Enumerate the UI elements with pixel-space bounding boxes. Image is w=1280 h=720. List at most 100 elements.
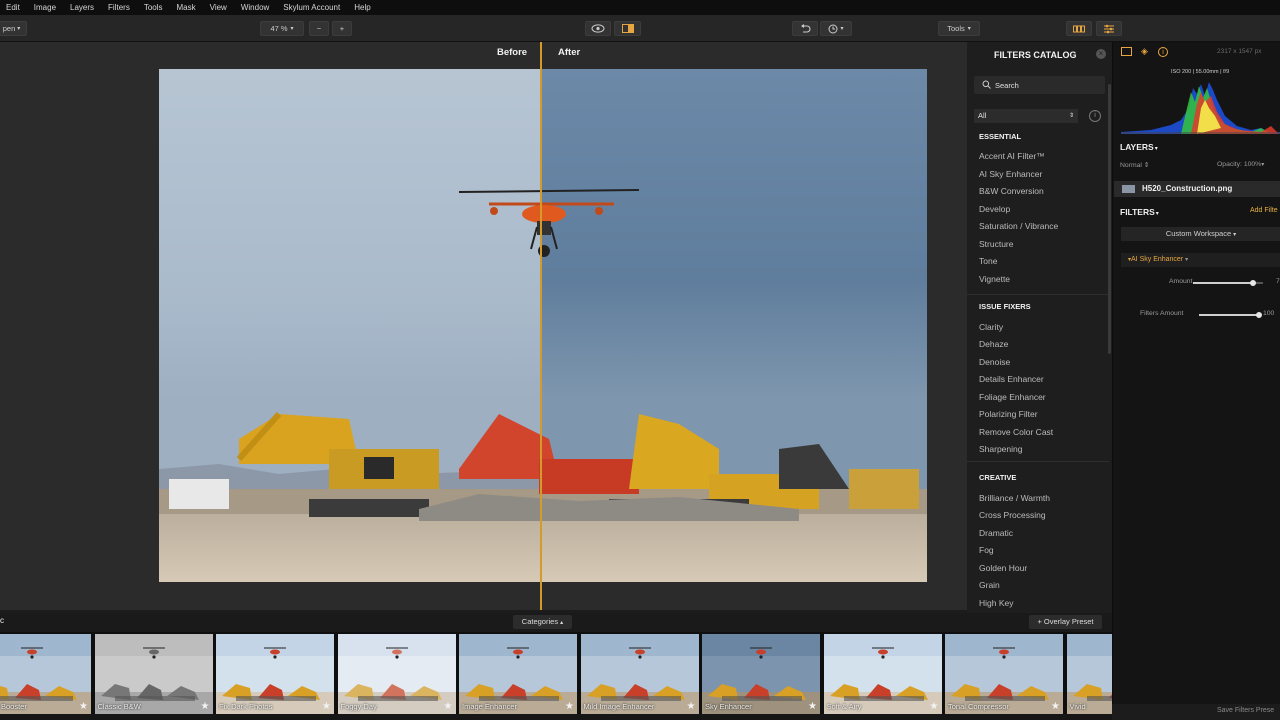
zoom-select[interactable]: 47 % ▾	[260, 21, 304, 36]
preset-thumb-sky-enhancer[interactable]: Sky Enhancer ★	[702, 634, 820, 714]
catalog-item-vignette[interactable]: Vignette	[979, 274, 1010, 284]
filmstrip-header: c Categories ▴ + Overlay Preset	[0, 613, 1112, 632]
chevron-down-icon: ▾	[290, 26, 294, 32]
overlay-preset-button[interactable]: + Overlay Preset	[1029, 615, 1102, 629]
menu-item-layers[interactable]: Layers	[70, 3, 94, 12]
chevron-updown-icon: ⇕	[1068, 113, 1074, 119]
image-dimensions: 2317 x 1547 px	[1217, 48, 1262, 55]
favorite-star-icon[interactable]: ★	[201, 701, 210, 712]
zoom-out-button[interactable]: −	[309, 21, 329, 36]
catalog-item-b-w-conversion[interactable]: B&W Conversion	[979, 186, 1044, 196]
tools-menu-button[interactable]: Tools ▾	[938, 21, 980, 36]
amount-slider-knob[interactable]	[1249, 280, 1256, 286]
menu-item-filters[interactable]: Filters	[108, 3, 130, 12]
filter-header-ai-sky-enhancer[interactable]: ▾AI Sky Enhancer ▾	[1121, 253, 1280, 267]
favorite-star-icon[interactable]: ★	[444, 701, 453, 712]
favorite-star-icon[interactable]: ★	[687, 701, 696, 712]
menu-item-tools[interactable]: Tools	[144, 3, 163, 12]
search-icon	[982, 80, 991, 89]
menu-item-help[interactable]: Help	[354, 3, 370, 12]
catalog-toggle-button[interactable]	[1066, 21, 1092, 36]
info-icon[interactable]: i	[1089, 110, 1101, 122]
catalog-item-details-enhancer[interactable]: Details Enhancer	[979, 374, 1044, 384]
add-filter-button[interactable]: Add Filte	[1250, 207, 1278, 214]
catalog-item-structure[interactable]: Structure	[979, 239, 1014, 249]
catalog-search-input[interactable]: Search	[974, 76, 1105, 94]
catalog-item-tone[interactable]: Tone	[979, 256, 997, 266]
favorite-star-icon[interactable]: ★	[930, 701, 939, 712]
catalog-item-dramatic[interactable]: Dramatic	[979, 528, 1013, 538]
preset-thumb-tonal-compressor[interactable]: Tonal Compressor ★	[945, 634, 1063, 714]
chevron-down-icon: ▾	[1154, 146, 1158, 152]
layer-row[interactable]: H520_Construction.png	[1114, 181, 1280, 197]
catalog-item-denoise[interactable]: Denoise	[979, 357, 1010, 367]
categories-button[interactable]: Categories ▴	[513, 615, 572, 629]
catalog-close-icon[interactable]: ×	[1096, 49, 1106, 59]
catalog-item-dehaze[interactable]: Dehaze	[979, 339, 1008, 349]
menu-item-image[interactable]: Image	[34, 3, 56, 12]
preview-eye-button[interactable]	[585, 21, 611, 36]
preset-thumb-mild-image-enhancer[interactable]: Mild Image Enhancer ★	[580, 634, 699, 714]
blend-mode-select[interactable]: Normal ⇕	[1120, 161, 1150, 169]
filters-title[interactable]: FILTERS▾	[1120, 207, 1159, 217]
info-icon[interactable]: i	[1158, 47, 1168, 57]
catalog-item-remove-color-cast[interactable]: Remove Color Cast	[979, 427, 1053, 437]
filters-title-text: FILTERS	[1120, 207, 1155, 217]
catalog-item-fog[interactable]: Fog	[979, 545, 994, 555]
catalog-item-clarity[interactable]: Clarity	[979, 322, 1003, 332]
catalog-scrollbar[interactable]	[1108, 84, 1111, 354]
filters-amount-slider[interactable]	[1199, 312, 1262, 318]
opacity-select[interactable]: Opacity: 100%▾	[1217, 161, 1264, 168]
catalog-item-high-key[interactable]: High Key	[979, 598, 1014, 608]
zoom-in-button[interactable]: +	[332, 21, 352, 36]
layers-title[interactable]: LAYERS▾	[1120, 142, 1158, 152]
preset-thumb-vivid[interactable]: Vivid	[1066, 634, 1112, 714]
exif-info: ISO 200 | 55.00mm | f/9	[1171, 69, 1230, 75]
catalog-item-accent-ai-filter-[interactable]: Accent AI Filter™	[979, 151, 1045, 161]
catalog-item-foliage-enhancer[interactable]: Foliage Enhancer	[979, 392, 1046, 402]
before-after-button[interactable]	[614, 21, 641, 36]
menu-item-window[interactable]: Window	[241, 3, 269, 12]
plus-icon: +	[339, 24, 345, 33]
photo-preview[interactable]	[159, 69, 927, 582]
catalog-item-cross-processing[interactable]: Cross Processing	[979, 510, 1046, 520]
menu-item-skylum-account[interactable]: Skylum Account	[283, 3, 340, 12]
preset-thumb-soft-airy[interactable]: Soft & Airy ★	[823, 634, 942, 714]
favorite-star-icon[interactable]: ★	[79, 701, 88, 712]
preset-thumb-classic-b-w[interactable]: Classic B&W ★	[94, 634, 213, 714]
categories-label: Categories	[521, 617, 559, 626]
favorite-star-icon[interactable]: ★	[808, 701, 817, 712]
favorite-star-icon[interactable]: ★	[565, 701, 574, 712]
catalog-item-ai-sky-enhancer[interactable]: AI Sky Enhancer	[979, 169, 1042, 179]
layers-icon[interactable]: ◈	[1141, 46, 1148, 57]
catalog-filter-select[interactable]: All ⇕	[974, 109, 1078, 123]
undo-button[interactable]	[792, 21, 818, 36]
save-filters-preset-button[interactable]: Save Filters Prese	[1217, 707, 1274, 714]
catalog-item-brilliance-warmth[interactable]: Brilliance / Warmth	[979, 493, 1050, 503]
menu-item-edit[interactable]: Edit	[6, 3, 20, 12]
catalog-item-sharpening[interactable]: Sharpening	[979, 444, 1022, 454]
catalog-item-grain[interactable]: Grain	[979, 580, 1000, 590]
catalog-item-saturation-vibrance[interactable]: Saturation / Vibrance	[979, 221, 1058, 231]
preset-thumb-fix-dark-photos[interactable]: Fix Dark Photos ★	[216, 634, 334, 714]
catalog-item-golden-hour[interactable]: Golden Hour	[979, 563, 1027, 573]
menu-item-mask[interactable]: Mask	[177, 3, 196, 12]
adjustments-toggle-button[interactable]	[1096, 21, 1122, 36]
catalog-item-polarizing-filter[interactable]: Polarizing Filter	[979, 409, 1038, 419]
before-after-divider[interactable]	[540, 42, 542, 610]
workspace-select[interactable]: Custom Workspace ▾	[1121, 227, 1280, 241]
amount-slider[interactable]	[1193, 280, 1263, 286]
presets-icon	[1073, 25, 1085, 32]
history-button[interactable]: ▾	[820, 21, 852, 36]
preset-thumb-image-enhancer[interactable]: Image Enhancer ★	[459, 634, 577, 714]
favorite-star-icon[interactable]: ★	[322, 701, 331, 712]
filters-amount-slider-knob[interactable]	[1256, 312, 1262, 318]
image-icon[interactable]	[1121, 47, 1132, 56]
favorite-star-icon[interactable]: ★	[1051, 701, 1060, 712]
image-canvas[interactable]: Before After	[0, 42, 967, 610]
preset-thumb-foggy-day[interactable]: Foggy Day ★	[337, 634, 456, 714]
menu-item-view[interactable]: View	[210, 3, 227, 12]
open-button[interactable]: pen ▾	[0, 21, 27, 36]
catalog-item-develop[interactable]: Develop	[979, 204, 1010, 214]
preset-thumb-booster[interactable]: Booster ★	[0, 634, 91, 714]
